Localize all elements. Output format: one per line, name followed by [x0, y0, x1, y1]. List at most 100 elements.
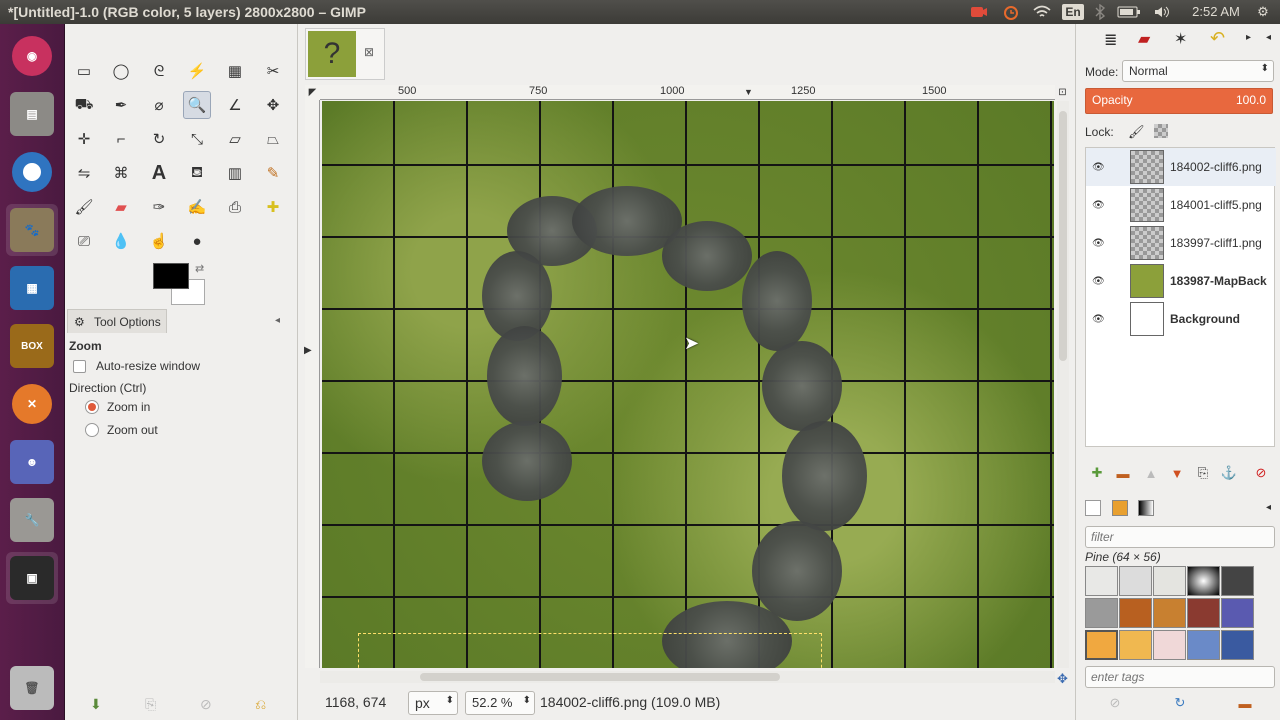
ink-icon[interactable]: ✍ [183, 193, 211, 221]
eraser-icon[interactable]: ▰ [107, 193, 135, 221]
pattern-swatch[interactable] [1153, 630, 1186, 660]
scissors-icon[interactable]: ✂ [259, 57, 287, 85]
pencil-icon[interactable]: ✎ [259, 159, 287, 187]
layer-row[interactable]: 👁 184002-cliff6.png [1086, 148, 1276, 186]
cage-icon[interactable]: ⌘ [107, 159, 135, 187]
alarm-icon[interactable] [1000, 0, 1022, 24]
zoom-in-radio[interactable]: Zoom in [85, 400, 150, 414]
system-settings-icon[interactable]: 🔧 [6, 494, 58, 546]
measure-icon[interactable]: ∠ [221, 91, 249, 119]
perspective-icon[interactable]: ⏢ [259, 125, 287, 153]
settings-gear-icon[interactable]: ⚙ [1252, 0, 1274, 24]
filter-field[interactable] [1086, 527, 1246, 547]
smudge-icon[interactable]: ☝ [145, 227, 173, 255]
pattern-swatch[interactable] [1119, 630, 1152, 660]
layer-row[interactable]: 👁 183997-cliff1.png [1086, 224, 1276, 262]
raise-layer-icon[interactable]: ▲ [1142, 464, 1160, 482]
rect-select-icon[interactable]: ▭ [70, 57, 98, 85]
dosbox-icon[interactable]: BOX [6, 320, 58, 372]
chromium-icon[interactable] [6, 146, 58, 198]
channels-tab-icon[interactable]: ▰ [1138, 29, 1150, 49]
zoom-tool-icon[interactable]: 🔍 [183, 91, 211, 119]
lock-pixels-icon[interactable]: 🖌 [1128, 124, 1145, 140]
visibility-eye-icon[interactable]: 👁 [1092, 314, 1105, 325]
zoom-out-radio[interactable]: Zoom out [85, 423, 158, 437]
radio-dot[interactable] [85, 423, 99, 437]
tab-arrow-icon[interactable]: ▸ [1246, 32, 1251, 43]
navigate-icon[interactable]: ✥ [1057, 671, 1068, 687]
scale-icon[interactable]: ⤡ [183, 125, 211, 153]
tab-tool-options[interactable]: ⚙ Tool Options [67, 309, 167, 333]
battery-icon[interactable] [1116, 0, 1142, 24]
visibility-eye-icon[interactable]: 👁 [1092, 200, 1105, 211]
visibility-eye-icon[interactable]: 👁 [1092, 276, 1105, 287]
restore-preset-icon[interactable]: ⎘ [145, 696, 156, 713]
image-canvas[interactable]: ➤ [322, 101, 1054, 668]
pattern-swatch[interactable] [1187, 566, 1220, 596]
paintbrush-icon[interactable]: 🖌 [70, 193, 98, 221]
new-group-icon[interactable]: ▬ [1114, 464, 1132, 482]
gradients-tab-icon[interactable] [1138, 500, 1154, 516]
horizontal-scrollbar[interactable] [320, 671, 1055, 683]
edit-pattern-icon[interactable]: ⊘ [1106, 694, 1124, 712]
delete-layer-icon[interactable]: ⊘ [1252, 464, 1270, 482]
paths-tab-icon[interactable]: ✶ [1174, 29, 1187, 49]
ellipse-select-icon[interactable]: ◯ [107, 57, 135, 85]
move-icon[interactable]: ✥ [259, 91, 287, 119]
clone-icon[interactable]: ⎙ [221, 193, 249, 221]
swap-colors-icon[interactable]: ⇄ [195, 262, 204, 275]
pattern-swatch[interactable] [1221, 598, 1254, 628]
pattern-swatch[interactable] [1187, 630, 1220, 660]
lasso-icon[interactable]: ᘓ [145, 57, 173, 85]
delete-preset-icon[interactable]: ⊘ [200, 696, 212, 713]
undo-tab-icon[interactable]: ↶ [1210, 28, 1225, 49]
pattern-swatch[interactable] [1221, 566, 1254, 596]
checkbox-box[interactable] [73, 359, 86, 373]
foreground-select-icon[interactable]: ⛟ [70, 91, 98, 119]
zoom-fit-icon[interactable]: ⊡ [1055, 85, 1070, 100]
patterns-tab-icon[interactable] [1112, 500, 1128, 516]
heal-icon[interactable]: ✚ [259, 193, 287, 221]
opacity-slider[interactable]: Opacity 100.0 [1085, 88, 1273, 114]
refresh-patterns-icon[interactable]: ↻ [1171, 694, 1189, 712]
anchor-layer-icon[interactable]: ⚓ [1220, 464, 1238, 482]
ubuntu-dash-icon[interactable]: ◉ [6, 30, 58, 82]
layer-row[interactable]: 👁 183987-MapBack [1086, 262, 1276, 300]
layer-row[interactable]: 👁 184001-cliff5.png [1086, 186, 1276, 224]
rotate-icon[interactable]: ↻ [145, 125, 173, 153]
scroll-thumb[interactable] [420, 673, 780, 681]
pattern-swatch[interactable] [1119, 566, 1152, 596]
visibility-eye-icon[interactable]: 👁 [1092, 162, 1105, 173]
pattern-swatch[interactable] [1221, 630, 1254, 660]
close-tab-icon[interactable]: ⊠ [364, 45, 374, 59]
vertical-scrollbar[interactable] [1057, 101, 1069, 668]
volume-icon[interactable] [1152, 0, 1172, 24]
zoom-select[interactable]: 52.2 % ⬍ [465, 691, 535, 715]
gimp-icon[interactable]: 🐾 [6, 204, 58, 256]
auto-resize-checkbox[interactable]: Auto-resize window [73, 359, 200, 373]
pattern-swatch[interactable] [1085, 566, 1118, 596]
fuzzy-select-icon[interactable]: ⚡ [183, 57, 211, 85]
scroll-thumb[interactable] [1059, 111, 1067, 361]
text-tool-icon[interactable]: A [145, 159, 173, 187]
duplicate-layer-icon[interactable]: ⎘ [1194, 464, 1212, 482]
pattern-filter-input[interactable] [1085, 526, 1275, 548]
reset-preset-icon[interactable]: ⎌ [255, 696, 266, 713]
panel-menu-icon[interactable]: ◂ [1266, 502, 1271, 513]
unit-select[interactable]: px ⬍ [408, 691, 458, 715]
pattern-swatch[interactable] [1153, 598, 1186, 628]
radio-dot[interactable] [85, 400, 99, 414]
pattern-swatch[interactable] [1153, 566, 1186, 596]
files-icon[interactable]: ▤ [6, 88, 58, 140]
perspective-clone-icon[interactable]: ⎚ [70, 227, 98, 255]
wifi-icon[interactable] [1030, 0, 1054, 24]
pattern-swatch[interactable] [1119, 598, 1152, 628]
lower-layer-icon[interactable]: ▼ [1168, 464, 1186, 482]
visibility-eye-icon[interactable]: 👁 [1092, 238, 1105, 249]
foreground-color-swatch[interactable] [153, 263, 189, 289]
panel-menu-icon[interactable]: ◂ [1266, 32, 1271, 43]
quick-mask-corner-icon[interactable]: ◤ [305, 85, 320, 100]
pattern-swatch[interactable] [1187, 598, 1220, 628]
keyboard-layout[interactable]: En [1062, 4, 1084, 20]
dodge-burn-icon[interactable]: ● [183, 227, 211, 255]
